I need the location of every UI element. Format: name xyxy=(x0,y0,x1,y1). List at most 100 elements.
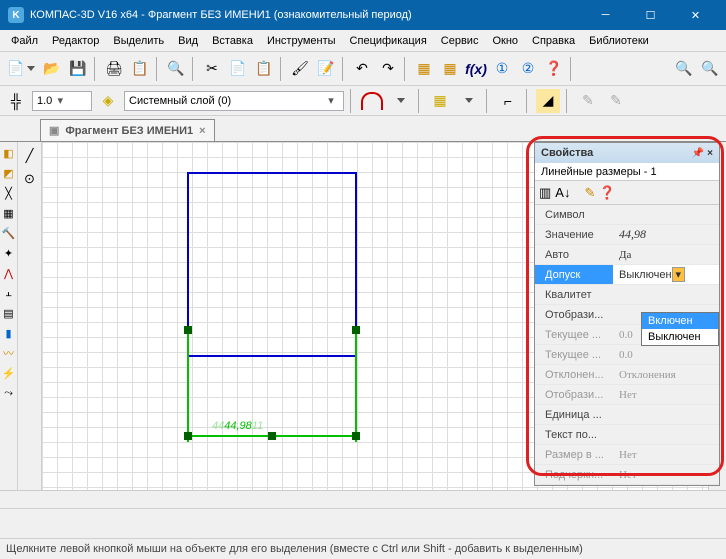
line-tool[interactable]: ╱ xyxy=(20,146,40,166)
zoom-page-button[interactable]: 🔍 xyxy=(164,57,188,81)
zoom-in-button[interactable]: 🔍 xyxy=(672,57,696,81)
close-button[interactable]: ✕ xyxy=(673,0,718,30)
rectangle-shape[interactable] xyxy=(187,172,357,357)
tool-bolt[interactable]: ⚡ xyxy=(1,364,17,382)
dimension-text[interactable]: 4444,9811 xyxy=(212,412,263,435)
menu-tools[interactable]: Инструменты xyxy=(260,32,343,50)
tolerance-row[interactable]: ДопускВыключен ▾ xyxy=(535,265,719,285)
print-button[interactable]: 🖨 xyxy=(102,57,126,81)
menu-insert[interactable]: Вставка xyxy=(205,32,260,50)
n2-button[interactable]: ② xyxy=(516,57,540,81)
menu-view[interactable]: Вид xyxy=(171,32,205,50)
tool-caliper[interactable]: ⫠ xyxy=(1,284,17,302)
tolerance-dropdown[interactable]: Включен Выключен xyxy=(641,312,719,346)
titlebar: K КОМПАС-3D V16 x64 - Фрагмент БЕЗ ИМЕНИ… xyxy=(0,0,726,30)
minimize-button[interactable]: ─ xyxy=(583,0,628,30)
preview-button[interactable]: 📋 xyxy=(128,57,152,81)
main-toolbar: 📄 📂 💾 🖨 📋 🔍 ✂ 📄 📋 🖌 📝 ↶ ↷ ▦ ▦ f(x) ① ② ❓… xyxy=(0,52,726,86)
griddd-button[interactable] xyxy=(456,89,480,113)
snap-button[interactable] xyxy=(360,89,384,113)
redo-button[interactable]: ↷ xyxy=(376,57,400,81)
tool-hammer[interactable]: 🔨 xyxy=(1,224,17,242)
properties-toolbar: ▥ A↓ ✎ ❓ xyxy=(535,181,719,205)
paste-button[interactable]: 📋 xyxy=(252,57,276,81)
menu-window[interactable]: Окно xyxy=(485,32,525,50)
menu-file[interactable]: Файл xyxy=(4,32,45,50)
snapdd-button[interactable] xyxy=(388,89,412,113)
copy-button[interactable]: 📄 xyxy=(226,57,250,81)
ortho-button[interactable]: ⌐ xyxy=(496,89,520,113)
app-icon: K xyxy=(8,7,24,23)
n1-button[interactable]: ① xyxy=(490,57,514,81)
tab-fragment[interactable]: ▣ Фрагмент БЕЗ ИМЕНИ1 × xyxy=(40,119,215,141)
menu-service[interactable]: Сервис xyxy=(434,32,486,50)
handle[interactable] xyxy=(184,326,192,334)
properties-object: Линейные размеры - 1 xyxy=(535,163,719,181)
menu-spec[interactable]: Спецификация xyxy=(343,32,434,50)
handle[interactable] xyxy=(184,432,192,440)
tool-square[interactable]: ◧ xyxy=(1,144,17,162)
status-text: Щелкните левой кнопкой мыши на объекте д… xyxy=(6,543,583,555)
maximize-button[interactable]: ☐ xyxy=(628,0,673,30)
save-button[interactable]: 💾 xyxy=(66,57,90,81)
menu-select[interactable]: Выделить xyxy=(106,32,171,50)
layers-button[interactable]: ◈ xyxy=(96,89,120,113)
menu-help[interactable]: Справка xyxy=(525,32,582,50)
open-button[interactable]: 📂 xyxy=(40,57,64,81)
zoom-fit-button[interactable]: 🔍 xyxy=(698,57,722,81)
layer-combo[interactable]: Системный слой (0)▾ xyxy=(124,91,344,111)
handle[interactable] xyxy=(352,432,360,440)
menubar: Файл Редактор Выделить Вид Вставка Инстр… xyxy=(0,30,726,52)
cat-button[interactable]: ▥ xyxy=(539,185,551,201)
tool-xyz[interactable]: ✦ xyxy=(1,244,17,262)
tool-spline[interactable]: ⤳ xyxy=(1,384,17,402)
doc-icon: ▣ xyxy=(49,124,59,137)
dim-extension-2 xyxy=(355,330,357,442)
edit-button[interactable]: ✎ xyxy=(576,89,600,113)
help-button[interactable]: ❓ xyxy=(542,57,566,81)
tool-wave[interactable]: 〰 xyxy=(1,344,17,362)
tab-close-icon[interactable]: × xyxy=(199,125,205,137)
content-area: ◧ ◩ ╳ ▦ 🔨 ✦ ⋀ ⫠ ▤ ▮ 〰 ⚡ ⤳ ╱ ⊙ 4444,9811 … xyxy=(0,142,726,490)
undo-button[interactable]: ↶ xyxy=(350,57,374,81)
edit2-button[interactable]: ✎ xyxy=(604,89,628,113)
circle-tool[interactable]: ⊙ xyxy=(20,169,40,189)
left-toolbar: ╱ ⊙ xyxy=(18,142,42,490)
tool-axis[interactable]: ╳ xyxy=(1,184,17,202)
properties-button[interactable]: 📝 xyxy=(314,57,338,81)
window-title: КОМПАС-3D V16 x64 - Фрагмент БЕЗ ИМЕНИ1 … xyxy=(30,9,583,21)
style-button[interactable]: ╬ xyxy=(4,89,28,113)
lower-panel xyxy=(0,508,726,538)
document-tabs: ▣ Фрагмент БЕЗ ИМЕНИ1 × xyxy=(0,116,726,142)
tool-angle[interactable]: ⋀ xyxy=(1,264,17,282)
new-button[interactable]: 📄 xyxy=(4,57,38,81)
manager-button[interactable]: ▦ xyxy=(412,57,436,81)
pin-icon[interactable]: 📌 × xyxy=(692,148,713,159)
menu-edit[interactable]: Редактор xyxy=(45,32,106,50)
status-bar: Щелкните левой кнопкой мыши на объекте д… xyxy=(0,538,726,559)
properties-title[interactable]: Свойства 📌 × xyxy=(535,143,719,163)
help-icon[interactable]: ❓ xyxy=(599,185,615,201)
scale-combo[interactable]: 1.0▾ xyxy=(32,91,92,111)
cut-button[interactable]: ✂ xyxy=(200,57,224,81)
handle[interactable] xyxy=(352,326,360,334)
horizontal-scrollbar[interactable] xyxy=(0,490,726,508)
tool-grid[interactable]: ▦ xyxy=(1,204,17,222)
vars-button[interactable]: ▦ xyxy=(438,57,462,81)
dim-extension-1 xyxy=(187,330,189,442)
fx-button[interactable]: f(x) xyxy=(464,57,488,81)
grid-button[interactable]: ▦ xyxy=(428,89,452,113)
menu-libs[interactable]: Библиотеки xyxy=(582,32,656,50)
dropdown-option-off[interactable]: Выключен xyxy=(642,329,718,345)
tool-block[interactable]: ▮ xyxy=(1,324,17,342)
handle[interactable] xyxy=(268,432,276,440)
dropdown-option-on[interactable]: Включен xyxy=(642,313,718,329)
brush-button[interactable]: 🖌 xyxy=(288,57,312,81)
tool-table[interactable]: ▤ xyxy=(1,304,17,322)
tab-label: Фрагмент БЕЗ ИМЕНИ1 xyxy=(65,125,193,137)
left-mini-toolbar: ◧ ◩ ╳ ▦ 🔨 ✦ ⋀ ⫠ ▤ ▮ 〰 ⚡ ⤳ xyxy=(0,142,18,490)
setup-button[interactable]: ✎ xyxy=(584,185,595,201)
tool-diag[interactable]: ◩ xyxy=(1,164,17,182)
sort-button[interactable]: A↓ xyxy=(555,185,570,200)
round-button[interactable]: ◢ xyxy=(536,89,560,113)
